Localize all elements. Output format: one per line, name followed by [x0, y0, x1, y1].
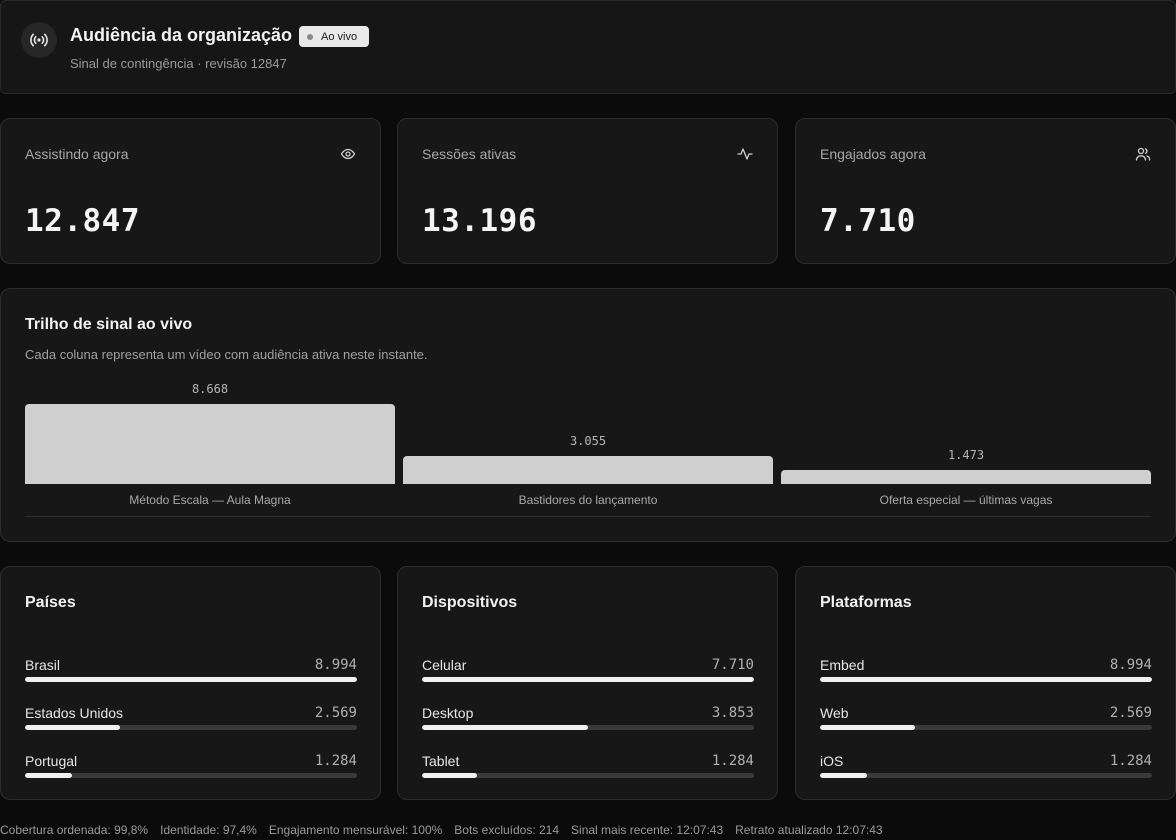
breakdown-row-name: Celular	[422, 657, 467, 673]
stat-value: 12.847	[25, 203, 140, 239]
breakdown-row-value: 1.284	[1109, 753, 1152, 769]
breakdown-title: Países	[25, 594, 76, 611]
bar-category-label: Método Escala — Aula Magna	[129, 493, 291, 507]
users-icon	[1135, 147, 1151, 161]
footer-stat: Sinal mais recente: 12:07:43	[571, 823, 724, 837]
breakdown-row-name: Portugal	[25, 753, 78, 769]
breakdown-row: Desktop 3.853	[422, 705, 754, 745]
breakdown-row: Estados Unidos 2.569	[25, 705, 357, 745]
progress-fill	[820, 677, 1152, 682]
breakdown-row-value: 8.994	[1109, 657, 1152, 673]
live-status-badge: Ao vivo	[299, 26, 369, 47]
footer-stat: Retrato atualizado 12:07:43	[735, 823, 883, 837]
progress-fill	[25, 773, 73, 778]
breakdown-row-name: Embed	[820, 657, 865, 673]
bar-column: 1.473	[781, 369, 1151, 484]
breakdown-row-name: Brasil	[25, 657, 61, 673]
breakdown-row-name: Desktop	[422, 705, 474, 721]
signal-bar-chart: 8.668 3.055 1.473	[25, 369, 1151, 484]
live-status-label: Ao vivo	[321, 30, 358, 43]
breakdown-row-name: Estados Unidos	[25, 705, 124, 721]
bar-column: 8.668	[25, 369, 395, 484]
bar-column: 3.055	[403, 369, 773, 484]
stat-label: Sessões ativas	[422, 146, 517, 162]
status-dot-icon	[307, 33, 313, 40]
breakdown-row: Embed 8.994	[820, 657, 1152, 697]
stat-value: 7.710	[820, 203, 916, 239]
signal-trail-panel: Trilho de sinal ao vivo Cada coluna repr…	[0, 288, 1176, 542]
signal-trail-description: Cada coluna representa um vídeo com audi…	[25, 347, 428, 362]
signal-trail-title: Trilho de sinal ao vivo	[25, 316, 193, 333]
bar-category-label: Oferta especial — últimas vagas	[879, 493, 1053, 507]
breakdown-row: iOS 1.284	[820, 753, 1152, 793]
bar-value-label: 8.668	[191, 382, 229, 396]
footer-stat: Engajamento mensurável: 100%	[268, 823, 443, 837]
activity-icon	[737, 148, 753, 160]
stat-card-watching: Assistindo agora 12.847	[0, 118, 381, 264]
page-header: Audiência da organização Ao vivo Sinal d…	[0, 0, 1176, 94]
stat-label: Engajados agora	[820, 146, 926, 162]
breakdown-row-value: 3.853	[711, 705, 754, 721]
breakdown-row-value: 7.710	[711, 657, 754, 673]
progress-fill	[25, 677, 357, 682]
breakdown-row-value: 1.284	[314, 753, 357, 769]
breakdown-card-devices: Dispositivos Celular 7.710 Desktop 3.853 Tabl…	[397, 566, 778, 800]
breakdown-row: Portugal 1.284	[25, 753, 357, 793]
breakdown-row: Tablet 1.284	[422, 753, 754, 793]
stat-label: Assistindo agora	[25, 146, 129, 162]
progress-fill	[25, 725, 120, 730]
progress-track	[25, 725, 357, 730]
bar-value-label: 3.055	[569, 434, 607, 448]
progress-track	[25, 677, 357, 682]
breakdown-row-value: 2.569	[314, 705, 357, 721]
breakdown-card-countries: Países Brasil 8.994 Estados Unidos 2.569 Port…	[0, 566, 381, 800]
progress-fill	[820, 773, 868, 778]
progress-track	[422, 725, 754, 730]
footer-stat: Cobertura ordenada: 99,8%	[0, 823, 149, 837]
progress-track	[25, 773, 357, 778]
progress-track	[820, 677, 1152, 682]
breakdown-row-name: iOS	[820, 753, 844, 769]
breakdown-row: Web 2.569	[820, 705, 1152, 745]
bar-value-label: 1.473	[947, 448, 985, 462]
breakdown-row: Celular 7.710	[422, 657, 754, 697]
broadcast-icon	[21, 22, 57, 58]
breakdown-row-value: 2.569	[1109, 705, 1152, 721]
breakdown-card-platforms: Plataformas Embed 8.994 Web 2.569 iOS 1.284	[795, 566, 1176, 800]
breakdown-title: Plataformas	[820, 594, 912, 611]
breakdown-row-value: 8.994	[314, 657, 357, 673]
eye-icon	[340, 148, 356, 160]
stat-value: 13.196	[422, 203, 537, 239]
progress-track	[422, 773, 754, 778]
footer-stat: Identidade: 97,4%	[160, 823, 257, 837]
progress-track	[422, 677, 754, 682]
bar[interactable]	[403, 456, 773, 484]
bar[interactable]	[25, 404, 395, 484]
progress-track	[820, 773, 1152, 778]
breakdown-title: Dispositivos	[422, 594, 518, 611]
breakdown-row-value: 1.284	[711, 753, 754, 769]
progress-fill	[820, 725, 915, 730]
page-subtitle: Sinal de contingência · revisão 12847	[70, 56, 287, 71]
breakdown-row-name: Tablet	[422, 753, 460, 769]
progress-fill	[422, 725, 588, 730]
stat-card-sessions: Sessões ativas 13.196	[397, 118, 778, 264]
progress-fill	[422, 677, 754, 682]
progress-fill	[422, 773, 478, 778]
progress-track	[820, 725, 1152, 730]
bar[interactable]	[781, 470, 1151, 484]
page-title: Audiência da organização	[70, 25, 293, 45]
breakdown-row-name: Web	[820, 705, 849, 721]
breakdown-row: Brasil 8.994	[25, 657, 357, 697]
footer-stat: Bots excluídos: 214	[454, 823, 560, 837]
chart-baseline	[25, 516, 1151, 517]
status-footer: Cobertura ordenada: 99,8% Identidade: 97,…	[0, 823, 1176, 839]
stat-card-engaged: Engajados agora 7.710	[795, 118, 1176, 264]
bar-category-label: Bastidores do lançamento	[518, 493, 658, 507]
